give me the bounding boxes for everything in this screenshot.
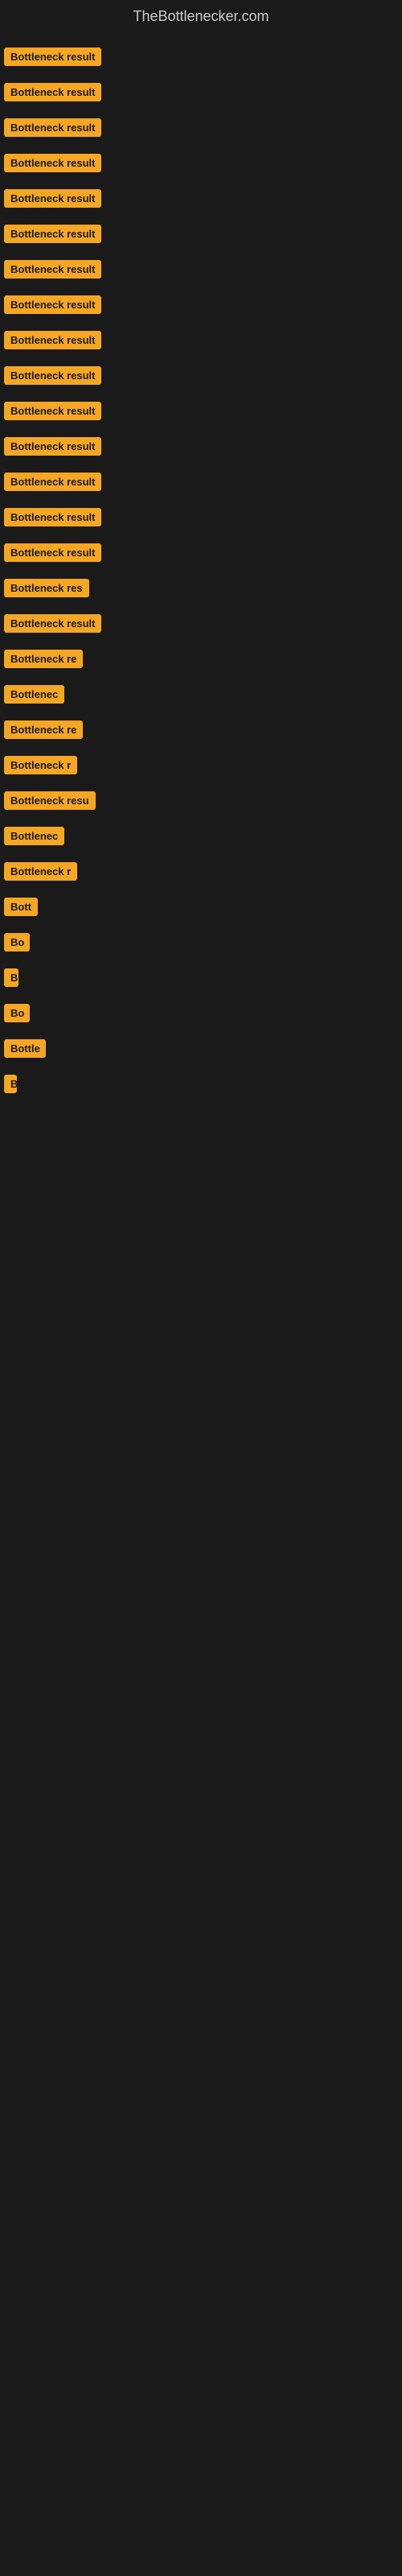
bottleneck-badge[interactable]: Bottleneck result bbox=[4, 225, 101, 243]
list-item: Bottleneck result bbox=[4, 289, 398, 324]
bottleneck-badge[interactable]: Bottlenec bbox=[4, 827, 64, 845]
bottleneck-badge[interactable]: Bo bbox=[4, 933, 30, 952]
list-item: Bottleneck result bbox=[4, 537, 398, 572]
list-item: Bottleneck result bbox=[4, 76, 398, 112]
items-container: Bottleneck result Bottleneck result Bottle… bbox=[0, 37, 402, 1108]
list-item: Bottleneck result bbox=[4, 254, 398, 289]
list-item: Bottleneck result bbox=[4, 324, 398, 360]
bottleneck-badge[interactable]: Bottlenec bbox=[4, 685, 64, 704]
list-item: Bottleneck result bbox=[4, 147, 398, 183]
list-item: Bottleneck result bbox=[4, 608, 398, 643]
list-item: Bottleneck result bbox=[4, 41, 398, 76]
list-item: Bottleneck result bbox=[4, 218, 398, 254]
bottleneck-badge[interactable]: Bottleneck result bbox=[4, 47, 101, 66]
bottleneck-badge[interactable]: Bottleneck result bbox=[4, 543, 101, 562]
bottleneck-badge[interactable]: Bottleneck result bbox=[4, 614, 101, 633]
bottleneck-badge[interactable]: Bottleneck result bbox=[4, 331, 101, 349]
bottleneck-badge[interactable]: Bottleneck result bbox=[4, 295, 101, 314]
bottleneck-badge[interactable]: Bottleneck re bbox=[4, 650, 83, 668]
bottleneck-badge[interactable]: Bottleneck res bbox=[4, 579, 89, 597]
list-item: Bottleneck result bbox=[4, 112, 398, 147]
bottleneck-badge[interactable]: Bottleneck re bbox=[4, 720, 83, 739]
list-item: Bottlenec bbox=[4, 679, 398, 714]
list-item: Bottleneck re bbox=[4, 714, 398, 749]
bottleneck-badge[interactable]: Bottle bbox=[4, 1039, 46, 1058]
list-item: Bottlenec bbox=[4, 820, 398, 856]
list-item: Bo bbox=[4, 997, 398, 1033]
bottleneck-badge[interactable]: Bottleneck result bbox=[4, 189, 101, 208]
list-item: Bottleneck res bbox=[4, 572, 398, 608]
list-item: Bo bbox=[4, 927, 398, 962]
bottleneck-badge[interactable]: Bo bbox=[4, 1004, 30, 1022]
bottleneck-badge[interactable]: Bottleneck resu bbox=[4, 791, 96, 810]
bottleneck-badge[interactable]: Bottleneck result bbox=[4, 366, 101, 385]
list-item: Bottleneck r bbox=[4, 856, 398, 891]
bottleneck-badge[interactable]: Bottleneck result bbox=[4, 154, 101, 172]
site-title: TheBottlenecker.com bbox=[0, 0, 402, 37]
bottleneck-badge[interactable]: B bbox=[4, 968, 18, 987]
list-item: Bottleneck result bbox=[4, 183, 398, 218]
list-item: Bottleneck result bbox=[4, 360, 398, 395]
bottleneck-badge[interactable]: B bbox=[4, 1075, 17, 1093]
bottleneck-badge[interactable]: Bottleneck result bbox=[4, 402, 101, 420]
bottleneck-badge[interactable]: Bottleneck result bbox=[4, 83, 101, 101]
list-item: Bottleneck result bbox=[4, 431, 398, 466]
bottleneck-badge[interactable]: Bottleneck r bbox=[4, 862, 77, 881]
list-item: Bottleneck r bbox=[4, 749, 398, 785]
bottleneck-badge[interactable]: Bottleneck result bbox=[4, 118, 101, 137]
list-item: Bottleneck re bbox=[4, 643, 398, 679]
list-item: Bottleneck result bbox=[4, 466, 398, 502]
list-item: Bott bbox=[4, 891, 398, 927]
bottleneck-badge[interactable]: Bottleneck result bbox=[4, 437, 101, 456]
bottleneck-badge[interactable]: Bottleneck result bbox=[4, 508, 101, 526]
bottleneck-badge[interactable]: Bottleneck r bbox=[4, 756, 77, 774]
list-item: B bbox=[4, 962, 398, 997]
list-item: B bbox=[4, 1068, 398, 1104]
bottleneck-badge[interactable]: Bottleneck result bbox=[4, 473, 101, 491]
list-item: Bottleneck result bbox=[4, 395, 398, 431]
bottleneck-badge[interactable]: Bottleneck result bbox=[4, 260, 101, 279]
list-item: Bottle bbox=[4, 1033, 398, 1068]
list-item: Bottleneck resu bbox=[4, 785, 398, 820]
list-item: Bottleneck result bbox=[4, 502, 398, 537]
bottleneck-badge[interactable]: Bott bbox=[4, 898, 38, 916]
